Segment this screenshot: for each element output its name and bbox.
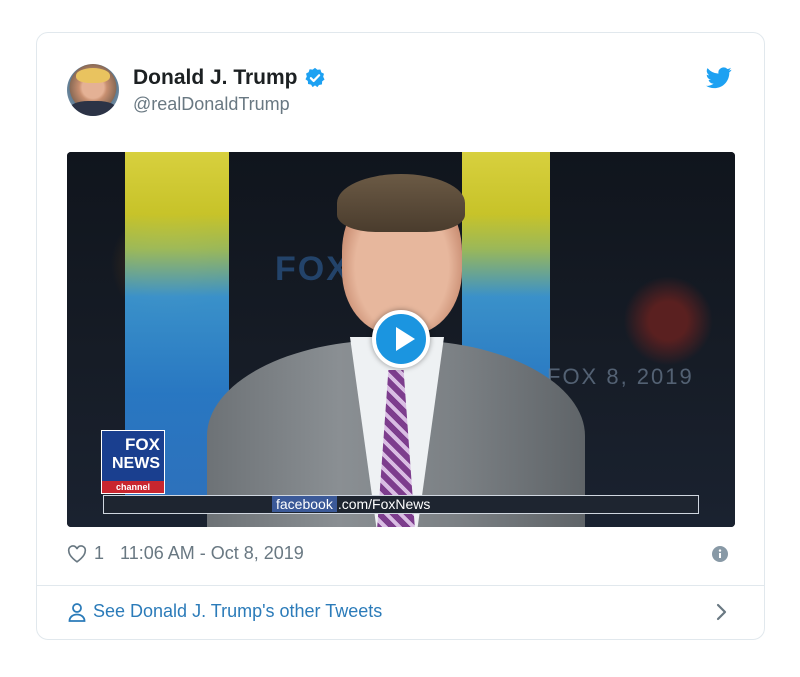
lower-third-text: .com/FoxNews	[337, 496, 431, 512]
facebook-badge: facebook	[272, 496, 337, 512]
tweet-timestamp[interactable]: 11:06 AM - Oct 8, 2019	[120, 543, 304, 564]
tweet-card: Donald J. Trump @realDonaldTrump FOX FOX…	[36, 32, 765, 640]
author-handle[interactable]: @realDonaldTrump	[133, 94, 290, 115]
heart-icon[interactable]	[67, 544, 87, 563]
other-tweets-link[interactable]: See Donald J. Trump's other Tweets	[67, 601, 382, 622]
avatar-suit	[69, 101, 117, 116]
avatar-hair	[76, 68, 110, 83]
video-player[interactable]: FOX FOX 8, 2019 FOX NEWS channel faceboo…	[67, 152, 735, 527]
twitter-bird-icon[interactable]	[706, 67, 732, 89]
verified-badge-icon	[304, 67, 325, 88]
other-tweets-label[interactable]: See Donald J. Trump's other Tweets	[93, 601, 382, 622]
tweet-meta: 1 11:06 AM - Oct 8, 2019	[67, 543, 304, 564]
author-name[interactable]: Donald J. Trump	[133, 66, 298, 90]
avatar[interactable]	[67, 64, 119, 116]
info-icon[interactable]	[712, 546, 728, 562]
studio-date-sign: FOX 8, 2019	[547, 364, 694, 389]
wall-fox-text: FOX	[275, 250, 351, 288]
footer-divider	[37, 585, 764, 586]
like-count[interactable]: 1	[94, 543, 104, 564]
anchor-hair	[337, 174, 465, 232]
chevron-right-icon[interactable]	[716, 603, 728, 621]
author-row: Donald J. Trump	[133, 66, 326, 90]
fox-news-logo: FOX NEWS channel	[101, 430, 165, 494]
play-icon[interactable]	[372, 310, 430, 368]
person-icon	[68, 602, 86, 622]
lower-third-bar: facebook .com/FoxNews	[103, 495, 699, 514]
